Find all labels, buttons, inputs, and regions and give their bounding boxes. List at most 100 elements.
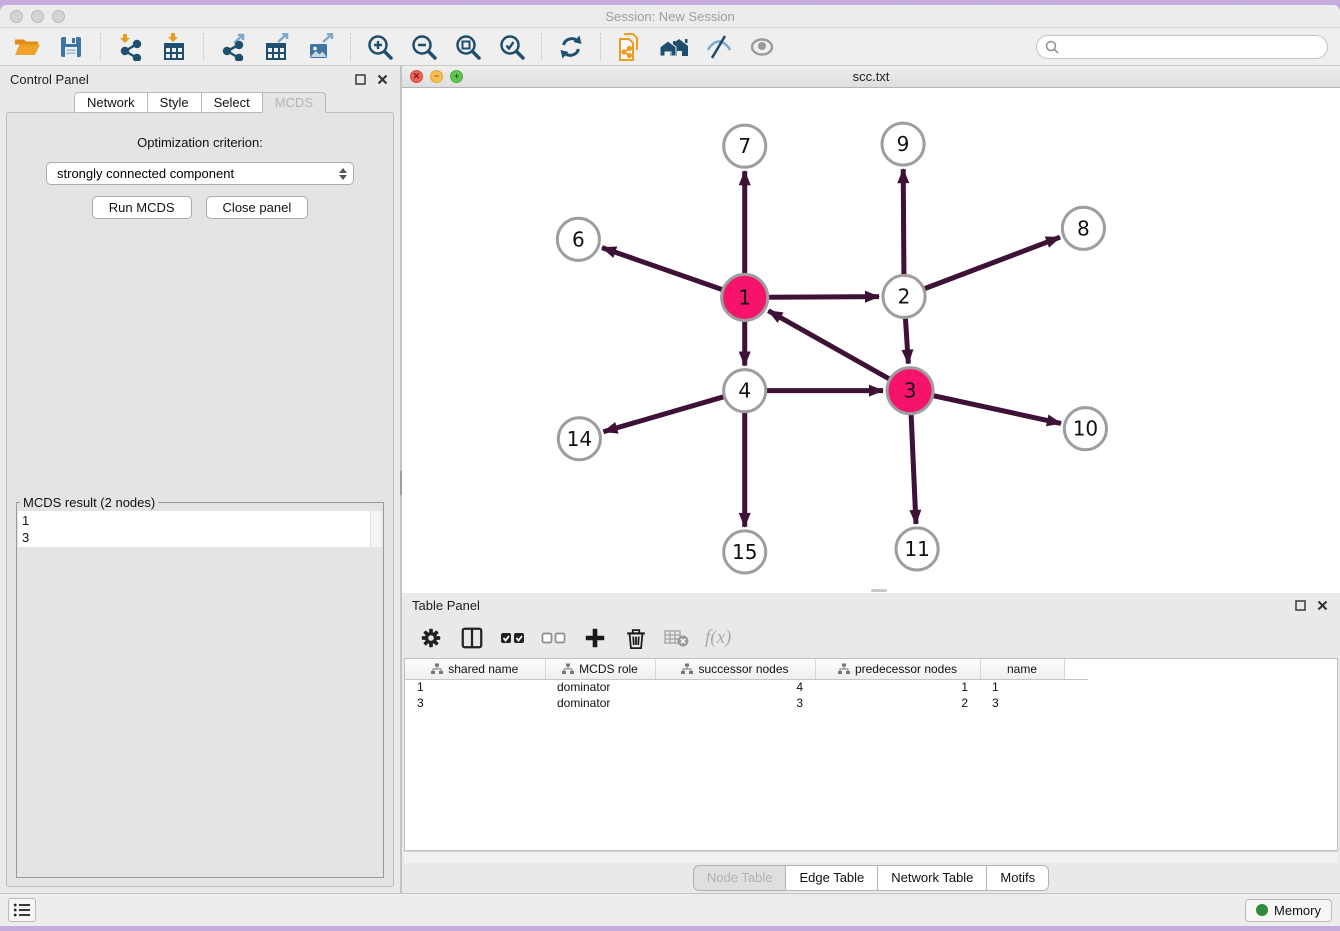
network-file-button[interactable] — [615, 32, 645, 62]
hide-details-eye-icon — [704, 33, 732, 61]
delete-column-button[interactable] — [623, 625, 649, 651]
table-cell-filler — [1064, 679, 1088, 695]
zoom-selected-button[interactable] — [497, 32, 527, 62]
zoom-in-button[interactable] — [365, 32, 395, 62]
export-network-button[interactable] — [218, 32, 248, 62]
table-cell[interactable]: 3 — [405, 695, 545, 711]
zoom-out-button[interactable] — [409, 32, 439, 62]
zoom-fit-button[interactable] — [453, 32, 483, 62]
network-canvas[interactable]: 7 9 6 8 1 2 4 3 14 10 15 11 — [402, 88, 1340, 593]
table-cell[interactable]: 3 — [655, 695, 815, 711]
column-header-shared-name[interactable]: shared name — [405, 659, 545, 679]
graph-edge-3-10[interactable] — [934, 396, 1061, 424]
table-horizontal-scrollbar[interactable] — [404, 851, 1338, 863]
column-header-predecessor-nodes[interactable]: predecessor nodes — [815, 659, 980, 679]
table-cell[interactable]: 1 — [980, 679, 1064, 695]
table-tab-network-table[interactable]: Network Table — [877, 865, 987, 891]
table-row[interactable]: 3dominator323 — [405, 695, 1088, 711]
float-panel-button[interactable] — [352, 71, 368, 87]
plus-icon — [583, 626, 607, 650]
toolbar-separator — [541, 33, 542, 61]
network-close-button[interactable]: ✕ — [410, 70, 423, 83]
svg-text:4: 4 — [738, 379, 751, 403]
graph-edge-1-6[interactable] — [602, 248, 722, 290]
graph-node-2[interactable]: 2 — [883, 275, 925, 317]
graph-node-10[interactable]: 10 — [1064, 408, 1106, 450]
refresh-view-button[interactable] — [556, 32, 586, 62]
graph-edge-4-14[interactable] — [603, 397, 723, 432]
select-all-button[interactable] — [500, 625, 526, 651]
column-header-MCDS-role[interactable]: MCDS role — [545, 659, 655, 679]
memory-button[interactable]: Memory — [1245, 899, 1332, 922]
table-row[interactable]: 1dominator411 — [405, 679, 1088, 695]
node-table[interactable]: shared nameMCDS rolesuccessor nodesprede… — [404, 658, 1338, 851]
table-cell[interactable]: dominator — [545, 679, 655, 695]
save-session-button[interactable] — [56, 32, 86, 62]
table-tab-node-table[interactable]: Node Table — [693, 865, 787, 891]
graph-edge-3-11[interactable] — [911, 415, 916, 524]
run-mcds-button[interactable]: Run MCDS — [92, 196, 192, 219]
graph-node-7[interactable]: 7 — [724, 125, 766, 167]
table-cell[interactable]: 3 — [980, 695, 1064, 711]
graph-node-14[interactable]: 14 — [558, 418, 600, 460]
column-header-successor-nodes[interactable]: successor nodes — [655, 659, 815, 679]
graph-node-4[interactable]: 4 — [724, 370, 766, 412]
control-tab-style[interactable]: Style — [147, 92, 202, 113]
export-image-button[interactable] — [306, 32, 336, 62]
import-network-button[interactable] — [115, 32, 145, 62]
graph-node-9[interactable]: 9 — [882, 123, 924, 165]
function-builder-button[interactable]: f(x) — [705, 627, 731, 649]
add-column-button[interactable] — [582, 625, 608, 651]
network-graph[interactable]: 7 9 6 8 1 2 4 3 14 10 15 11 — [402, 88, 1340, 593]
application-window: Session: New Session — [0, 5, 1340, 926]
search-input[interactable] — [1064, 40, 1319, 54]
graph-edge-1-2[interactable] — [769, 297, 879, 298]
table-tab-motifs[interactable]: Motifs — [986, 865, 1049, 891]
open-file-button[interactable] — [12, 32, 42, 62]
graph-node-8[interactable]: 8 — [1062, 207, 1104, 249]
graph-node-11[interactable]: 11 — [896, 528, 938, 570]
task-history-button[interactable] — [8, 898, 36, 922]
close-panel-button[interactable] — [374, 71, 390, 87]
table-float-button[interactable] — [1292, 597, 1308, 613]
network-minimize-button[interactable]: − — [430, 70, 443, 83]
table-cell[interactable]: dominator — [545, 695, 655, 711]
table-cell[interactable]: 2 — [815, 695, 980, 711]
svg-text:1: 1 — [738, 285, 751, 309]
table-close-button[interactable] — [1314, 597, 1330, 613]
table-settings-button[interactable] — [418, 625, 444, 651]
criterion-dropdown[interactable]: strongly connected component — [46, 162, 354, 185]
show-graphics-details-button[interactable] — [747, 32, 777, 62]
graph-node-15[interactable]: 15 — [724, 531, 766, 573]
table-cell[interactable]: 4 — [655, 679, 815, 695]
svg-text:9: 9 — [897, 132, 910, 156]
hide-graphics-details-button[interactable] — [703, 32, 733, 62]
column-header-name[interactable]: name — [980, 659, 1064, 679]
table-tab-edge-table[interactable]: Edge Table — [785, 865, 878, 891]
control-tab-network[interactable]: Network — [74, 92, 148, 113]
network-zoom-button[interactable]: + — [450, 70, 463, 83]
delete-table-button[interactable] — [664, 625, 690, 651]
canvas-resize-handle[interactable] — [871, 589, 887, 592]
close-panel-action-button[interactable]: Close panel — [206, 196, 309, 219]
control-tab-mcds[interactable]: MCDS — [262, 92, 326, 113]
control-tab-select[interactable]: Select — [201, 92, 263, 113]
deselect-all-button[interactable] — [541, 625, 567, 651]
graph-edge-2-3[interactable] — [905, 318, 908, 363]
table-cell[interactable]: 1 — [815, 679, 980, 695]
search-box[interactable] — [1036, 35, 1328, 59]
import-table-button[interactable] — [159, 32, 189, 62]
svg-text:3: 3 — [904, 379, 917, 403]
export-table-button[interactable] — [262, 32, 292, 62]
graph-node-3[interactable]: 3 — [887, 368, 933, 414]
graph-node-6[interactable]: 6 — [557, 218, 599, 260]
graph-node-1[interactable]: 1 — [722, 274, 768, 320]
result-scrollbar[interactable] — [370, 511, 382, 547]
table-cell[interactable]: 1 — [405, 679, 545, 695]
reset-view-button[interactable] — [659, 32, 689, 62]
toggle-columns-button[interactable] — [459, 625, 485, 651]
graph-edge-2-8[interactable] — [925, 237, 1060, 288]
graph-edge-2-9[interactable] — [903, 169, 904, 274]
mcds-result-list[interactable]: 1 3 — [18, 511, 370, 547]
graph-edge-3-1[interactable] — [768, 311, 889, 379]
